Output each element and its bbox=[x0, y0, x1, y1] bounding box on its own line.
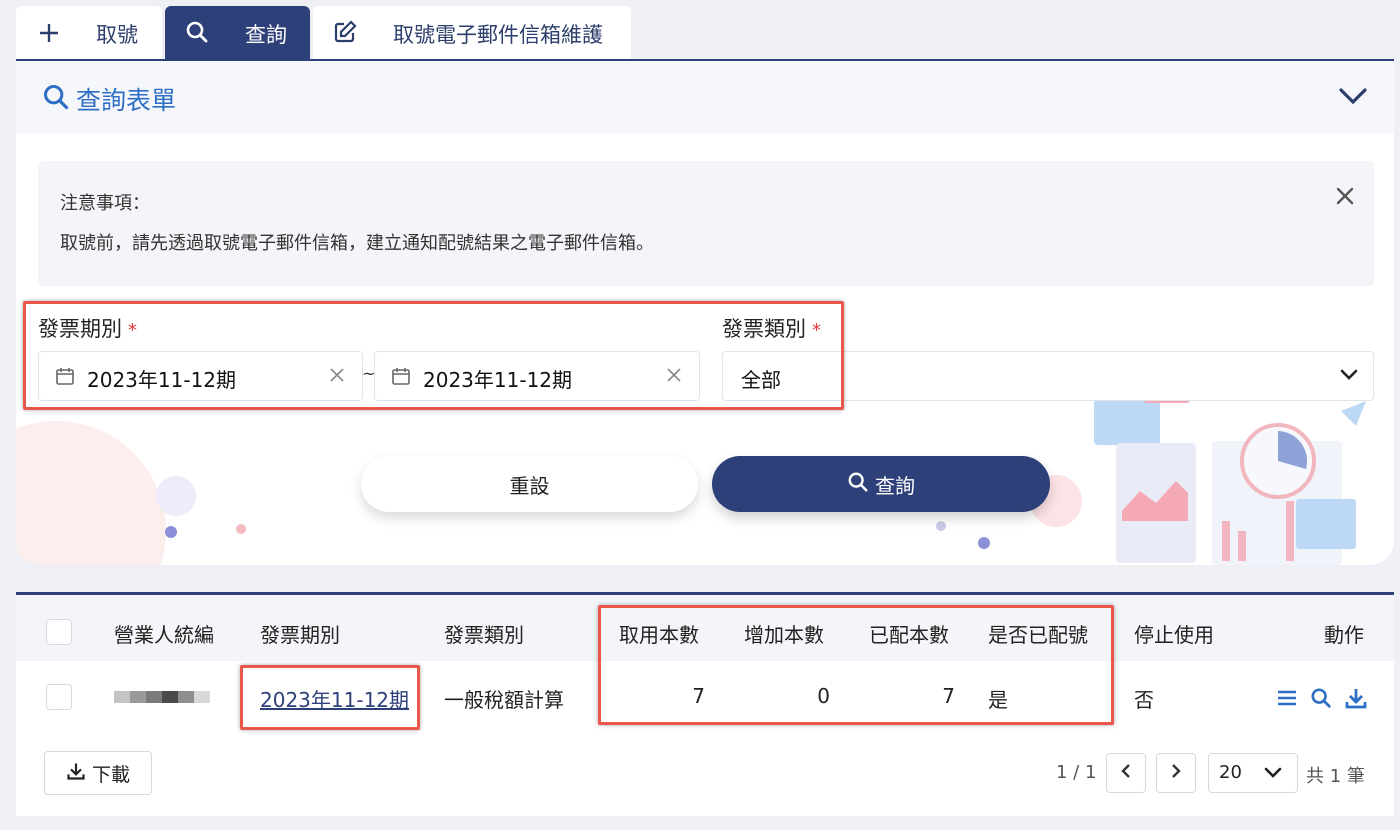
tab-label: 取號電子郵件信箱維護 bbox=[393, 23, 603, 47]
tab-label: 查詢 bbox=[245, 23, 287, 47]
search-icon bbox=[185, 20, 209, 44]
query-button[interactable]: 查詢 bbox=[712, 456, 1050, 512]
tab-query[interactable]: 查詢 bbox=[165, 6, 310, 60]
highlight-box-counts bbox=[598, 605, 1114, 725]
reset-button[interactable]: 重設 bbox=[361, 456, 698, 512]
column-header: 發票類別 bbox=[444, 623, 524, 647]
download-icon[interactable] bbox=[1344, 686, 1368, 714]
tab-label: 取號 bbox=[96, 23, 138, 47]
chevron-left-icon bbox=[1120, 763, 1132, 783]
column-header: 發票期別 bbox=[260, 623, 340, 647]
stopped-cell: 否 bbox=[1134, 688, 1154, 712]
notice-box: 注意事項： 取號前，請先透過取號電子郵件信箱，建立通知配號結果之電子郵件信箱。 bbox=[38, 161, 1374, 286]
search-icon bbox=[847, 471, 869, 498]
select-all-checkbox[interactable] bbox=[46, 619, 72, 645]
query-button-label: 查詢 bbox=[875, 473, 915, 498]
page-size-select[interactable]: 20 bbox=[1208, 753, 1298, 793]
notice-text: 取號前，請先透過取號電子郵件信箱，建立通知配號結果之電子郵件信箱。 bbox=[60, 233, 654, 254]
edit-icon bbox=[333, 20, 357, 44]
page-size-value: 20 bbox=[1219, 762, 1242, 783]
search-icon bbox=[42, 83, 70, 115]
query-form-title: 查詢表單 bbox=[76, 86, 177, 115]
page-info: 1 / 1 bbox=[1056, 762, 1097, 783]
highlight-box-filters bbox=[23, 301, 844, 410]
chevron-down-icon bbox=[1339, 367, 1359, 387]
row-checkbox[interactable] bbox=[46, 684, 72, 710]
column-header: 營業人統編 bbox=[114, 623, 214, 647]
tab-take-number[interactable]: 取號 bbox=[16, 6, 162, 60]
column-header: 動作 bbox=[1324, 623, 1364, 647]
search-icon[interactable] bbox=[1310, 687, 1332, 713]
tax-id-redacted bbox=[114, 691, 210, 703]
chevron-right-icon bbox=[1170, 763, 1182, 783]
chevron-down-icon bbox=[1263, 765, 1283, 785]
download-icon bbox=[66, 761, 86, 786]
list-icon[interactable] bbox=[1277, 688, 1297, 712]
download-button-label: 下載 bbox=[91, 763, 130, 786]
total-count: 共 1 筆 bbox=[1306, 766, 1365, 787]
plus-icon bbox=[38, 22, 60, 44]
tab-email-maintenance[interactable]: 取號電子郵件信箱維護 bbox=[313, 6, 631, 60]
close-icon[interactable] bbox=[1336, 187, 1354, 209]
column-header: 停止使用 bbox=[1134, 623, 1214, 647]
download-button[interactable]: 下載 bbox=[44, 751, 152, 795]
invoice-type-cell: 一般稅額計算 bbox=[444, 688, 564, 712]
prev-page-button[interactable] bbox=[1106, 753, 1146, 793]
collapse-chevron-icon[interactable] bbox=[1338, 85, 1368, 111]
next-page-button[interactable] bbox=[1156, 753, 1196, 793]
notice-title: 注意事項： bbox=[60, 193, 150, 214]
highlight-box-period bbox=[240, 665, 420, 730]
query-form-header[interactable]: 查詢表單 bbox=[16, 61, 1394, 134]
